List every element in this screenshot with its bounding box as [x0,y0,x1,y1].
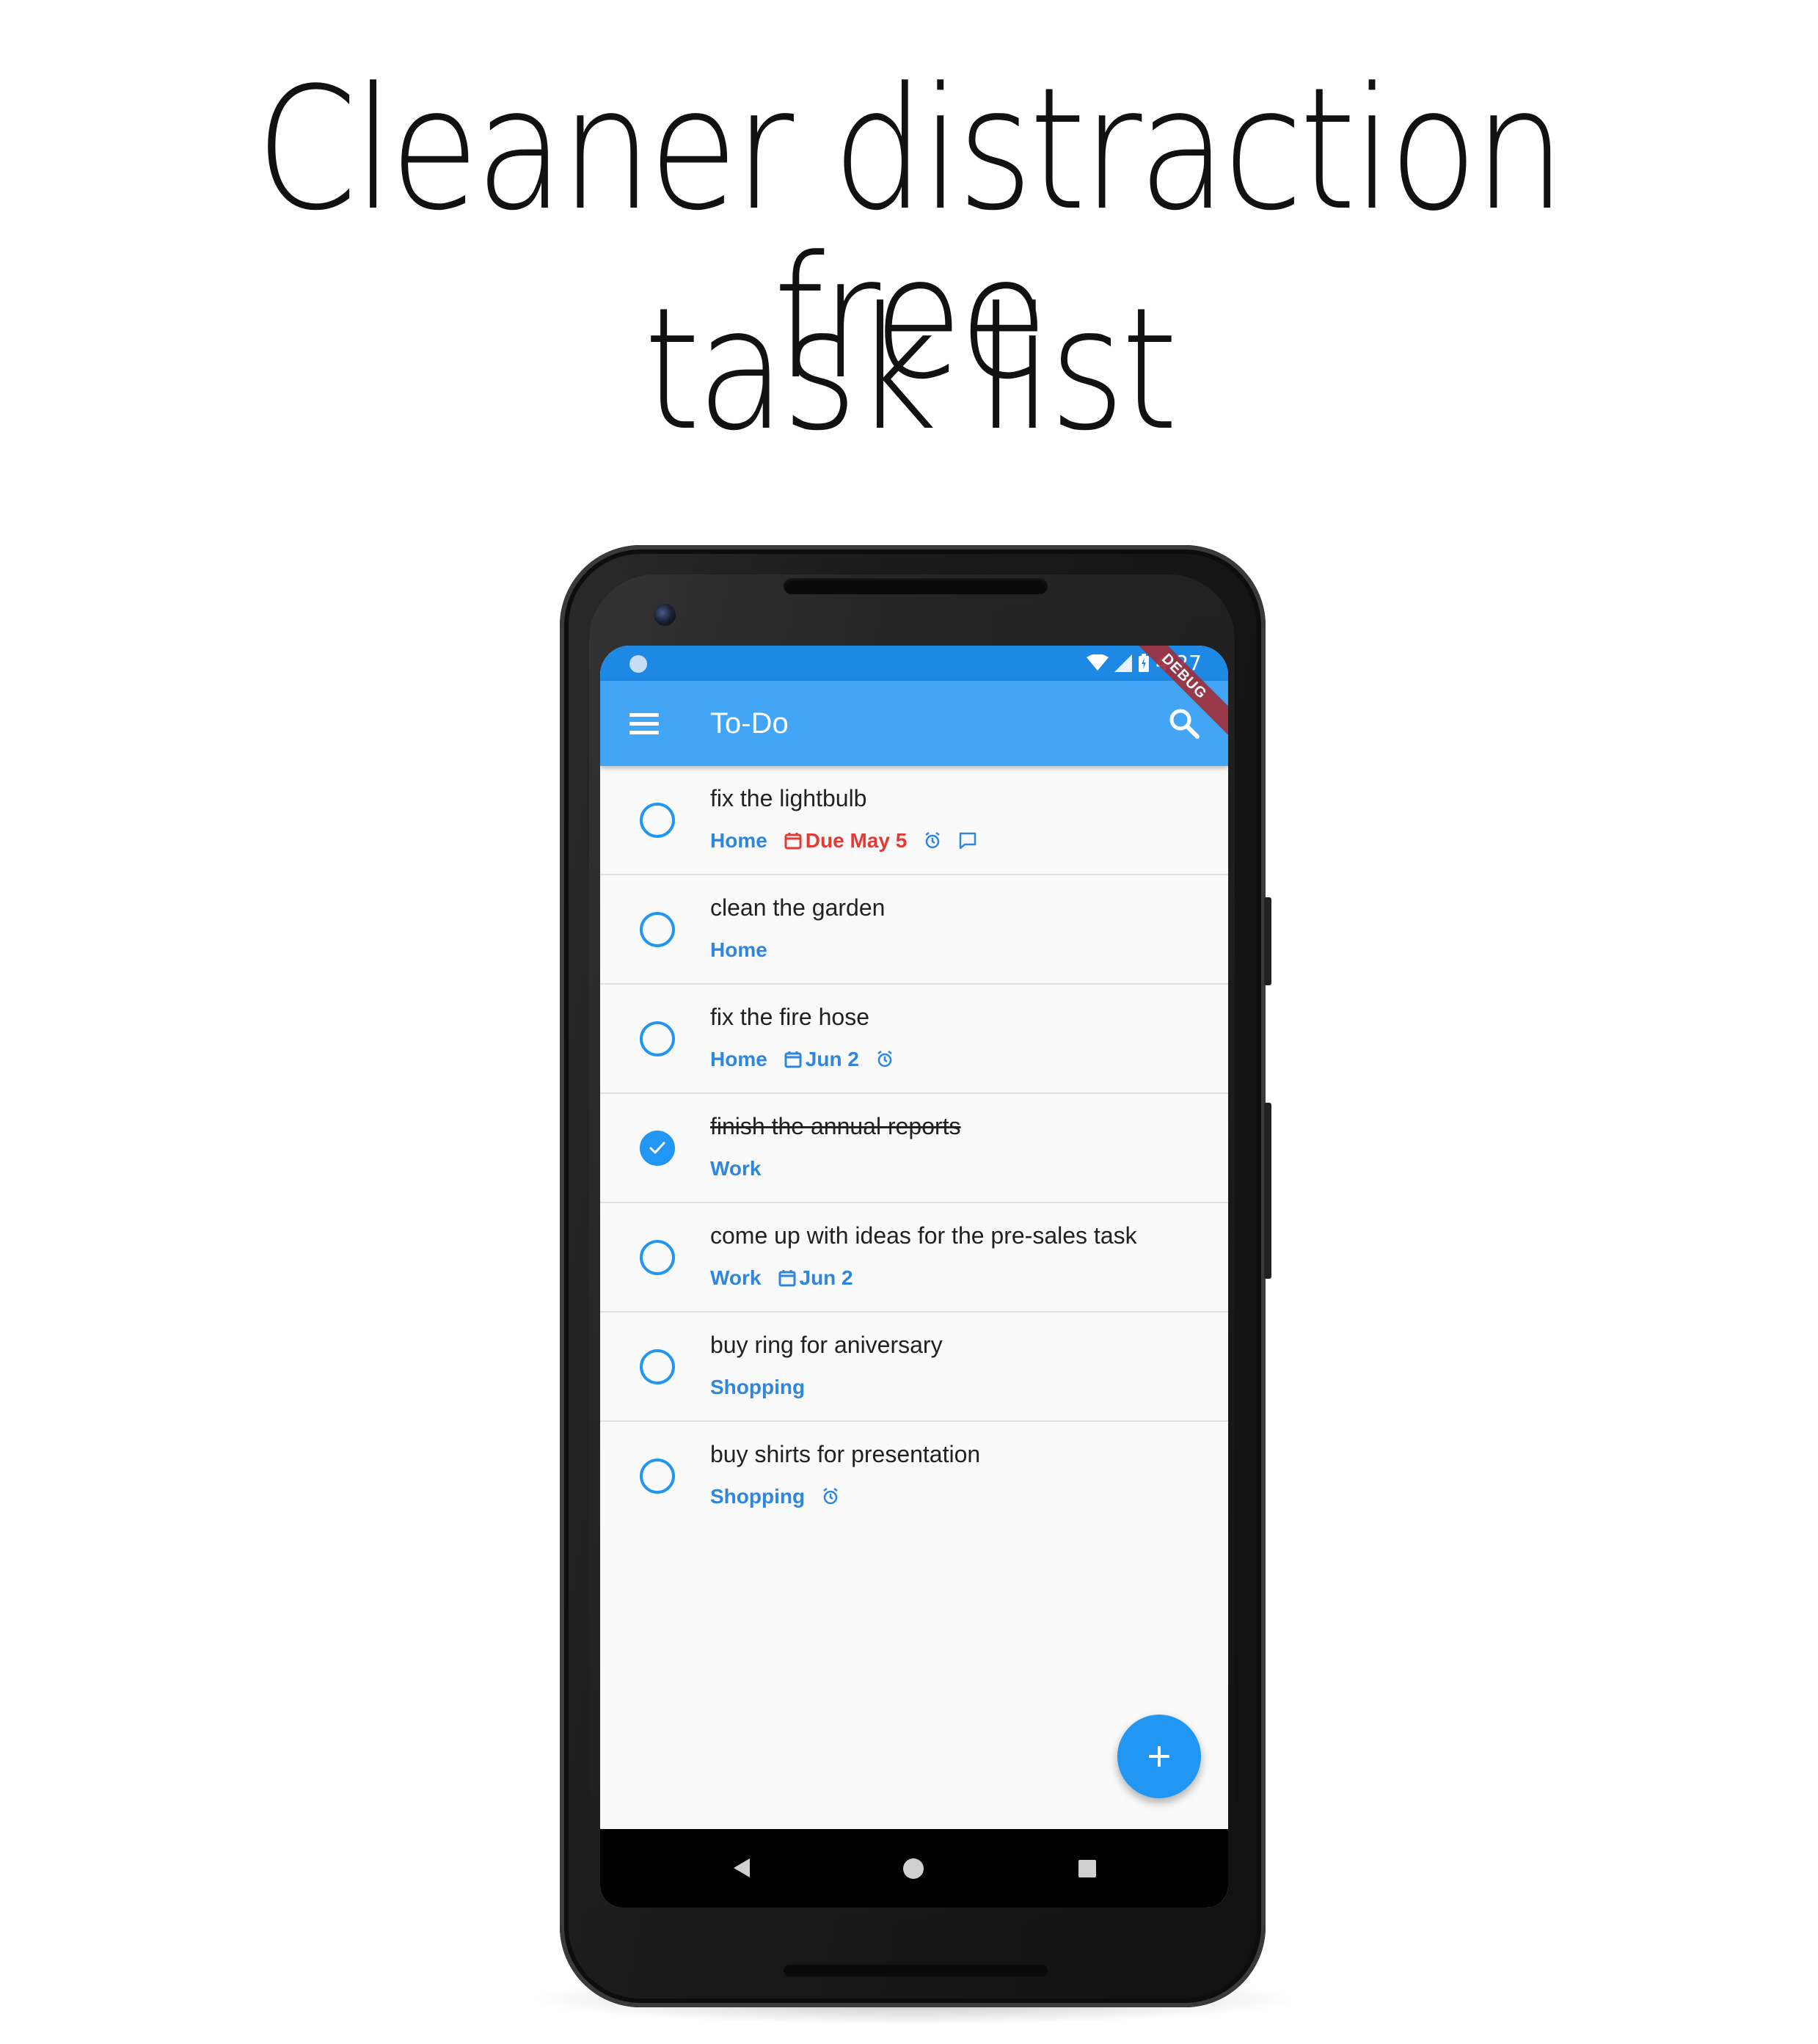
task-checkbox[interactable] [640,1459,675,1494]
task-category: Work [710,1266,762,1289]
wifi-icon [1087,654,1109,671]
bottom-speaker [784,1965,1048,1977]
task-item[interactable]: fix the fire hose Home Jun 2 [600,985,1228,1094]
alarm-icon [925,832,941,849]
task-due-date: Due May 5 [784,828,908,854]
task-category: Home [710,829,767,852]
notification-dot-icon [629,655,647,673]
phone-frame: 4:27 To-Do DEBUG fix the lightbulb [560,545,1271,2007]
back-icon[interactable] [732,1857,751,1879]
alarm-icon [877,1051,892,1067]
task-category: Shopping [710,1376,806,1398]
task-item[interactable]: buy ring for aniversary Shopping [600,1313,1228,1422]
task-due-date: Jun 2 [778,1265,853,1291]
task-item[interactable]: buy shirts for presentation Shopping [600,1422,1228,1531]
task-item[interactable]: fix the lightbulb Home Due May 5 [600,766,1228,875]
task-date-label: Due May 5 [805,829,908,852]
task-checkbox[interactable] [640,803,675,838]
app-screen: 4:27 To-Do DEBUG fix the lightbulb [600,646,1228,1908]
app-bar: To-Do [600,681,1228,766]
comment-icon [960,832,976,850]
task-category: Shopping [710,1485,806,1508]
alarm-icon [823,1488,838,1505]
task-checkbox-checked[interactable] [640,1131,675,1166]
task-checkbox[interactable] [640,1240,675,1275]
marketing-page: Cleaner distraction free task list 4:27 [0,0,1818,2044]
signal-icon [1114,654,1133,672]
search-icon[interactable] [1168,707,1200,740]
calendar-icon [784,1051,802,1068]
task-meta: Home [710,937,767,963]
task-title: buy ring for aniversary [710,1332,943,1358]
task-checkbox[interactable] [640,912,675,947]
volume-button [1264,1103,1271,1279]
recent-apps-icon[interactable] [1078,1860,1096,1877]
task-date-label: Jun 2 [799,1266,853,1289]
front-camera [654,604,676,626]
task-date-label: Jun 2 [805,1048,859,1070]
add-task-button[interactable] [1117,1715,1201,1798]
task-item[interactable]: come up with ideas for the pre-sales tas… [600,1203,1228,1313]
task-item[interactable]: clean the garden Home [600,875,1228,985]
power-button [1264,897,1271,985]
task-checkbox[interactable] [640,1349,675,1384]
task-title: fix the fire hose [710,1004,869,1030]
task-category: Home [710,1048,767,1070]
task-title: come up with ideas for the pre-sales tas… [710,1222,1137,1249]
calendar-icon [784,833,802,850]
battery-icon [1139,654,1150,672]
menu-icon[interactable] [629,713,659,735]
task-checkbox[interactable] [640,1021,675,1056]
earpiece-speaker [784,578,1048,594]
task-title: clean the garden [710,894,886,921]
task-title: fix the lightbulb [710,785,867,811]
add-icon [1149,1746,1169,1767]
task-meta: Shopping [710,1483,840,1510]
task-due-date: Jun 2 [784,1046,859,1073]
task-meta: Work Jun 2 [710,1265,853,1291]
app-title: To-Do [710,707,789,740]
task-meta: Work [710,1156,762,1182]
task-item[interactable]: finish the annual reports Work [600,1094,1228,1203]
task-category: Home [710,938,767,961]
task-list: fix the lightbulb Home Due May 5 clean t… [600,766,1228,1531]
check-icon [649,1142,665,1154]
task-category: Work [710,1157,762,1180]
headline-line-2: task list [643,272,1178,468]
task-meta: Home Jun 2 [710,1046,894,1073]
calendar-icon [778,1270,795,1287]
task-title: buy shirts for presentation [710,1441,981,1467]
status-bar: 4:27 [600,646,1228,681]
home-icon[interactable] [903,1858,924,1879]
task-meta: Home Due May 5 [710,828,977,854]
task-title: finish the annual reports [710,1113,961,1139]
system-nav-bar [600,1829,1228,1908]
task-meta: Shopping [710,1374,805,1401]
